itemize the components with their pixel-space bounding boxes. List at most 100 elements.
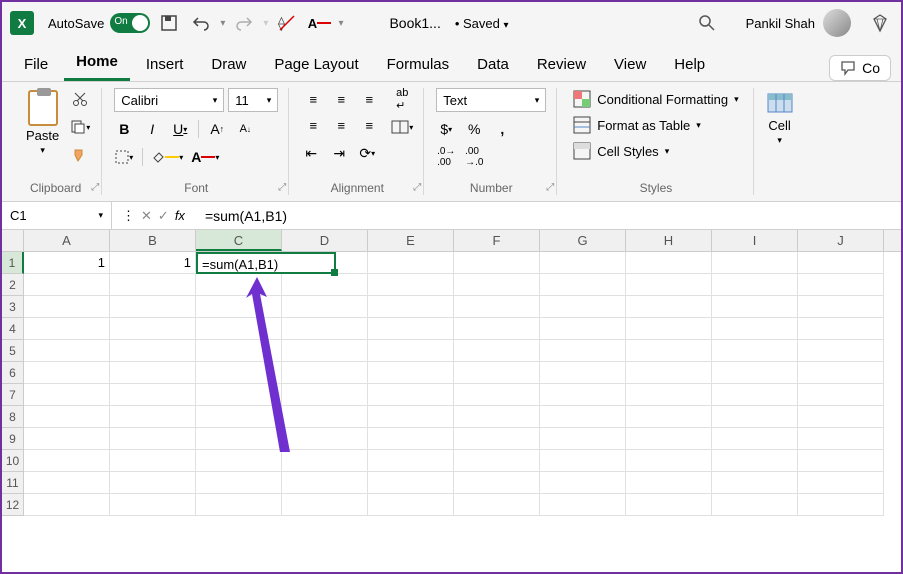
merge-button[interactable]: ▾ [391, 116, 413, 138]
save-status[interactable]: • Saved ▾ [455, 16, 509, 31]
cell-I8[interactable] [712, 406, 798, 428]
bold-button[interactable]: B [114, 118, 134, 140]
cell-A3[interactable] [24, 296, 110, 318]
cell-I6[interactable] [712, 362, 798, 384]
premium-diamond-icon[interactable] [867, 10, 893, 36]
cell-B10[interactable] [110, 450, 196, 472]
cell-F3[interactable] [454, 296, 540, 318]
font-color-qat[interactable]: A [306, 10, 332, 36]
align-right-button[interactable]: ≡ [357, 114, 381, 136]
cell-C12[interactable] [196, 494, 282, 516]
cell-C9[interactable] [196, 428, 282, 450]
cell-G11[interactable] [540, 472, 626, 494]
cell-B6[interactable] [110, 362, 196, 384]
font-name-dropdown[interactable]: Calibri▾ [114, 88, 224, 112]
cell-D5[interactable] [282, 340, 368, 362]
cell-A2[interactable] [24, 274, 110, 296]
cell-styles-button[interactable]: Cell Styles ▾ [569, 140, 742, 162]
cell-A6[interactable] [24, 362, 110, 384]
italic-button[interactable]: I [142, 118, 162, 140]
tab-file[interactable]: File [12, 48, 60, 81]
orientation-button[interactable]: ⟳▾ [357, 142, 377, 164]
cell-H2[interactable] [626, 274, 712, 296]
enter-formula-button[interactable]: ✓ [158, 208, 169, 224]
col-header-e[interactable]: E [368, 230, 454, 251]
cell-A4[interactable] [24, 318, 110, 340]
align-top-button[interactable]: ≡ [301, 88, 325, 110]
cut-button[interactable] [69, 88, 91, 110]
cell-F10[interactable] [454, 450, 540, 472]
cell-G8[interactable] [540, 406, 626, 428]
cell-E5[interactable] [368, 340, 454, 362]
cell-B1[interactable]: 1 [110, 252, 196, 274]
align-left-button[interactable]: ≡ [301, 114, 325, 136]
cell-E6[interactable] [368, 362, 454, 384]
col-header-f[interactable]: F [454, 230, 540, 251]
more-functions-icon[interactable]: ⋮ [122, 208, 135, 224]
autosave-toggle[interactable]: AutoSave On [48, 13, 150, 33]
cell-E7[interactable] [368, 384, 454, 406]
fx-button[interactable]: fx [175, 208, 185, 223]
cell-I12[interactable] [712, 494, 798, 516]
cell-A11[interactable] [24, 472, 110, 494]
cell-J11[interactable] [798, 472, 884, 494]
tab-data[interactable]: Data [465, 48, 521, 81]
name-box[interactable]: C1▾ [2, 202, 112, 229]
cell-F6[interactable] [454, 362, 540, 384]
cell-H12[interactable] [626, 494, 712, 516]
cell-B9[interactable] [110, 428, 196, 450]
align-bottom-button[interactable]: ≡ [357, 88, 381, 110]
decrease-font-button[interactable]: A↓ [235, 118, 255, 140]
cell-A12[interactable] [24, 494, 110, 516]
increase-decimal-button[interactable]: .0→.00 [436, 146, 456, 168]
row-header[interactable]: 10 [2, 450, 24, 472]
cell-H4[interactable] [626, 318, 712, 340]
cell-H1[interactable] [626, 252, 712, 274]
conditional-formatting-button[interactable]: Conditional Formatting ▾ [569, 88, 742, 110]
cell-C5[interactable] [196, 340, 282, 362]
cell-G3[interactable] [540, 296, 626, 318]
cell-E12[interactable] [368, 494, 454, 516]
cell-G4[interactable] [540, 318, 626, 340]
cell-A7[interactable] [24, 384, 110, 406]
cell-F7[interactable] [454, 384, 540, 406]
cell-E9[interactable] [368, 428, 454, 450]
row-header[interactable]: 6 [2, 362, 24, 384]
cell-A9[interactable] [24, 428, 110, 450]
tab-review[interactable]: Review [525, 48, 598, 81]
cell-B7[interactable] [110, 384, 196, 406]
cell-E11[interactable] [368, 472, 454, 494]
cell-G7[interactable] [540, 384, 626, 406]
row-header[interactable]: 5 [2, 340, 24, 362]
cell-J1[interactable] [798, 252, 884, 274]
cell-D2[interactable] [282, 274, 368, 296]
font-color-button[interactable]: A▾ [191, 146, 219, 168]
cell-D7[interactable] [282, 384, 368, 406]
cancel-formula-button[interactable]: ✕ [141, 208, 152, 224]
cell-E2[interactable] [368, 274, 454, 296]
search-icon[interactable] [694, 10, 720, 36]
cell-G12[interactable] [540, 494, 626, 516]
cell-I9[interactable] [712, 428, 798, 450]
cell-B4[interactable] [110, 318, 196, 340]
cell-F1[interactable] [454, 252, 540, 274]
cell-J2[interactable] [798, 274, 884, 296]
cell-B11[interactable] [110, 472, 196, 494]
format-as-table-button[interactable]: Format as Table ▾ [569, 114, 742, 136]
cell-F4[interactable] [454, 318, 540, 340]
cell-A10[interactable] [24, 450, 110, 472]
cell-C7[interactable] [196, 384, 282, 406]
cell-C1[interactable]: =sum(A1,B1) [196, 252, 336, 274]
percent-button[interactable]: % [464, 118, 484, 140]
cell-J5[interactable] [798, 340, 884, 362]
document-title[interactable]: Book1... [389, 15, 440, 31]
currency-button[interactable]: $▾ [436, 118, 456, 140]
cell-F11[interactable] [454, 472, 540, 494]
tab-view[interactable]: View [602, 48, 658, 81]
row-header[interactable]: 7 [2, 384, 24, 406]
fill-color-button[interactable]: ▾ [151, 146, 183, 168]
cell-B12[interactable] [110, 494, 196, 516]
cell-D11[interactable] [282, 472, 368, 494]
cell-A1[interactable]: 1 [24, 252, 110, 274]
cell-J6[interactable] [798, 362, 884, 384]
